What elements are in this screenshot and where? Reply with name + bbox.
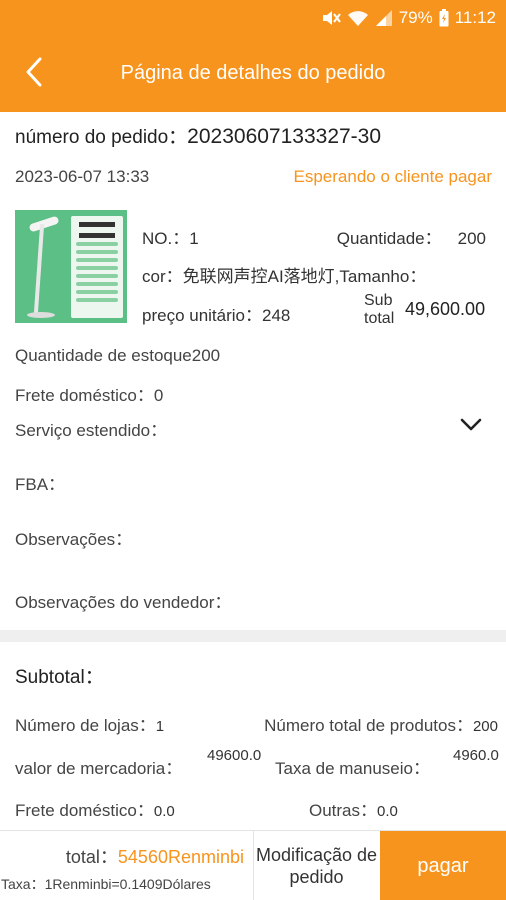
summary-others-label: Outras： (309, 801, 378, 820)
order-total-amount: 54560Renminbi (117, 847, 244, 867)
order-date: 2023-06-07 13:33 (15, 167, 150, 186)
product-unit-price: preço unitário：248 (142, 306, 291, 325)
order-total: total：54560Renminbi (66, 843, 244, 869)
mute-icon (321, 9, 341, 27)
footer-bar: total：54560Renminbi Taxa：1Renminbi=0.140… (0, 830, 506, 900)
goods-value-label: valor de mercadoria： (15, 759, 183, 778)
order-number-label: número do pedido： (15, 127, 188, 148)
chevron-down-icon (460, 418, 482, 437)
section-divider (0, 630, 506, 642)
product-quantity: Quantidade： 200 (337, 224, 486, 249)
order-status: Esperando o cliente pagar (293, 167, 492, 186)
store-count-value: 1 (155, 718, 165, 735)
product-subtotal-label: Sub total (364, 292, 395, 327)
exchange-rate: Taxa：1Renminbi=0.1409Dólares (1, 876, 211, 892)
domestic-freight: Frete doméstico：0 (15, 386, 164, 405)
status-bar: 79% 11:12 (321, 6, 496, 30)
order-total-label: total： (65, 847, 118, 867)
extended-service-toggle[interactable] (456, 414, 486, 440)
order-number: número do pedido：20230607133327-30 (15, 122, 381, 149)
store-count: Número de lojas：1 (15, 711, 164, 736)
order-number-value: 20230607133327-30 (187, 125, 382, 148)
product-color-size: cor：免联网声控AI落地灯,Tamanho： (142, 267, 427, 286)
summary-others: Outras：0.0 (309, 796, 398, 821)
product-quantity-value: 200 (457, 229, 486, 248)
observations-field: Observações： (15, 530, 133, 549)
summary-freight-label: Frete doméstico： (15, 801, 154, 820)
handling-fee-value: 4960.0 (453, 747, 499, 764)
summary-freight: Frete doméstico：0.0 (15, 796, 175, 821)
stock-quantity: Quantidade de estoque200 (15, 346, 221, 365)
clock: 11:12 (454, 8, 496, 27)
total-products-label: Número total de produtos： (264, 716, 473, 735)
goods-value: 49600.0 (207, 747, 262, 764)
modify-order-button[interactable]: Modificação de pedido (253, 831, 379, 900)
signal-icon (375, 9, 393, 27)
extended-service: Serviço estendido： (15, 421, 168, 440)
handling-fee-label: Taxa de manuseio： (275, 759, 430, 778)
wifi-icon (347, 9, 369, 27)
total-products-value: 200 (472, 718, 498, 735)
header: 79% 11:12 Página de detalhes do pedido (0, 0, 506, 112)
total-products: Número total de produtos：200 (264, 711, 498, 736)
battery-percent: 79% (398, 8, 433, 27)
summary-title: Subtotal： (15, 667, 104, 688)
fba-field: FBA： (15, 475, 66, 494)
product-image[interactable] (15, 210, 127, 323)
summary-others-value: 0.0 (377, 803, 398, 820)
seller-observations-field: Observações do vendedor： (15, 593, 232, 612)
battery-icon (439, 9, 449, 27)
store-count-label: Número de lojas： (15, 716, 156, 735)
page-title: Página de detalhes do pedido (120, 62, 386, 84)
product-quantity-label: Quantidade： (336, 229, 442, 248)
product-subtotal-value: 49,600.00 (405, 299, 486, 319)
summary-freight-value: 0.0 (153, 803, 175, 820)
pay-button[interactable]: pagar (380, 831, 506, 900)
product-number: NO.：1 (142, 229, 199, 248)
nav-bar: Página de detalhes do pedido (0, 40, 506, 108)
